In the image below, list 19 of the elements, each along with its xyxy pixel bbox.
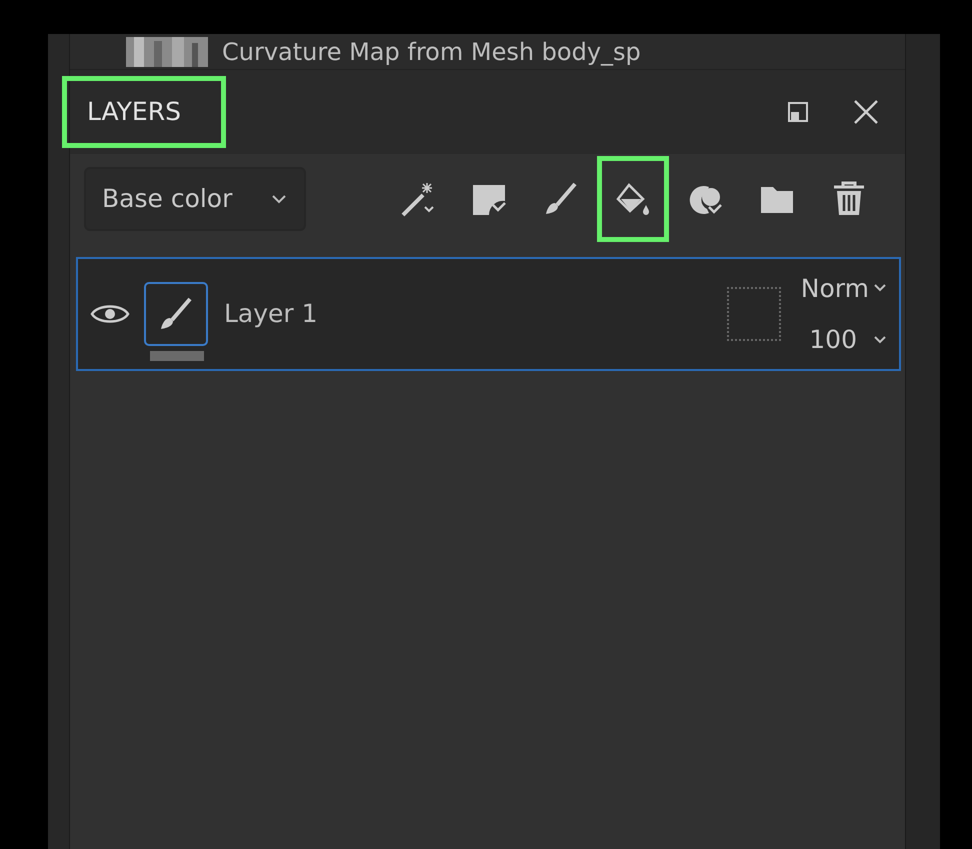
caret-icon [270,193,288,205]
layer-row[interactable]: Layer 1 Norm 100 [76,257,901,371]
blend-mode-dropdown[interactable]: Norm [800,270,887,307]
brush-icon [158,296,194,332]
trash-icon[interactable] [831,181,867,217]
mask-placeholder [726,287,781,341]
caret-icon [873,334,887,345]
float-icon[interactable] [787,101,809,123]
opacity-dropdown[interactable]: 100 [809,321,887,358]
paint-bucket-icon[interactable] [615,181,651,217]
caret-icon [873,283,887,294]
brush-icon[interactable] [543,181,579,217]
layer-name: Layer 1 [224,298,319,330]
paint-bucket-button[interactable] [597,156,669,242]
channel-dropdown[interactable]: Base color [84,167,306,231]
close-icon[interactable] [853,99,879,125]
color-bar [150,351,204,361]
panel-title: LAYERS [62,76,226,148]
wand-icon[interactable] [399,181,435,217]
